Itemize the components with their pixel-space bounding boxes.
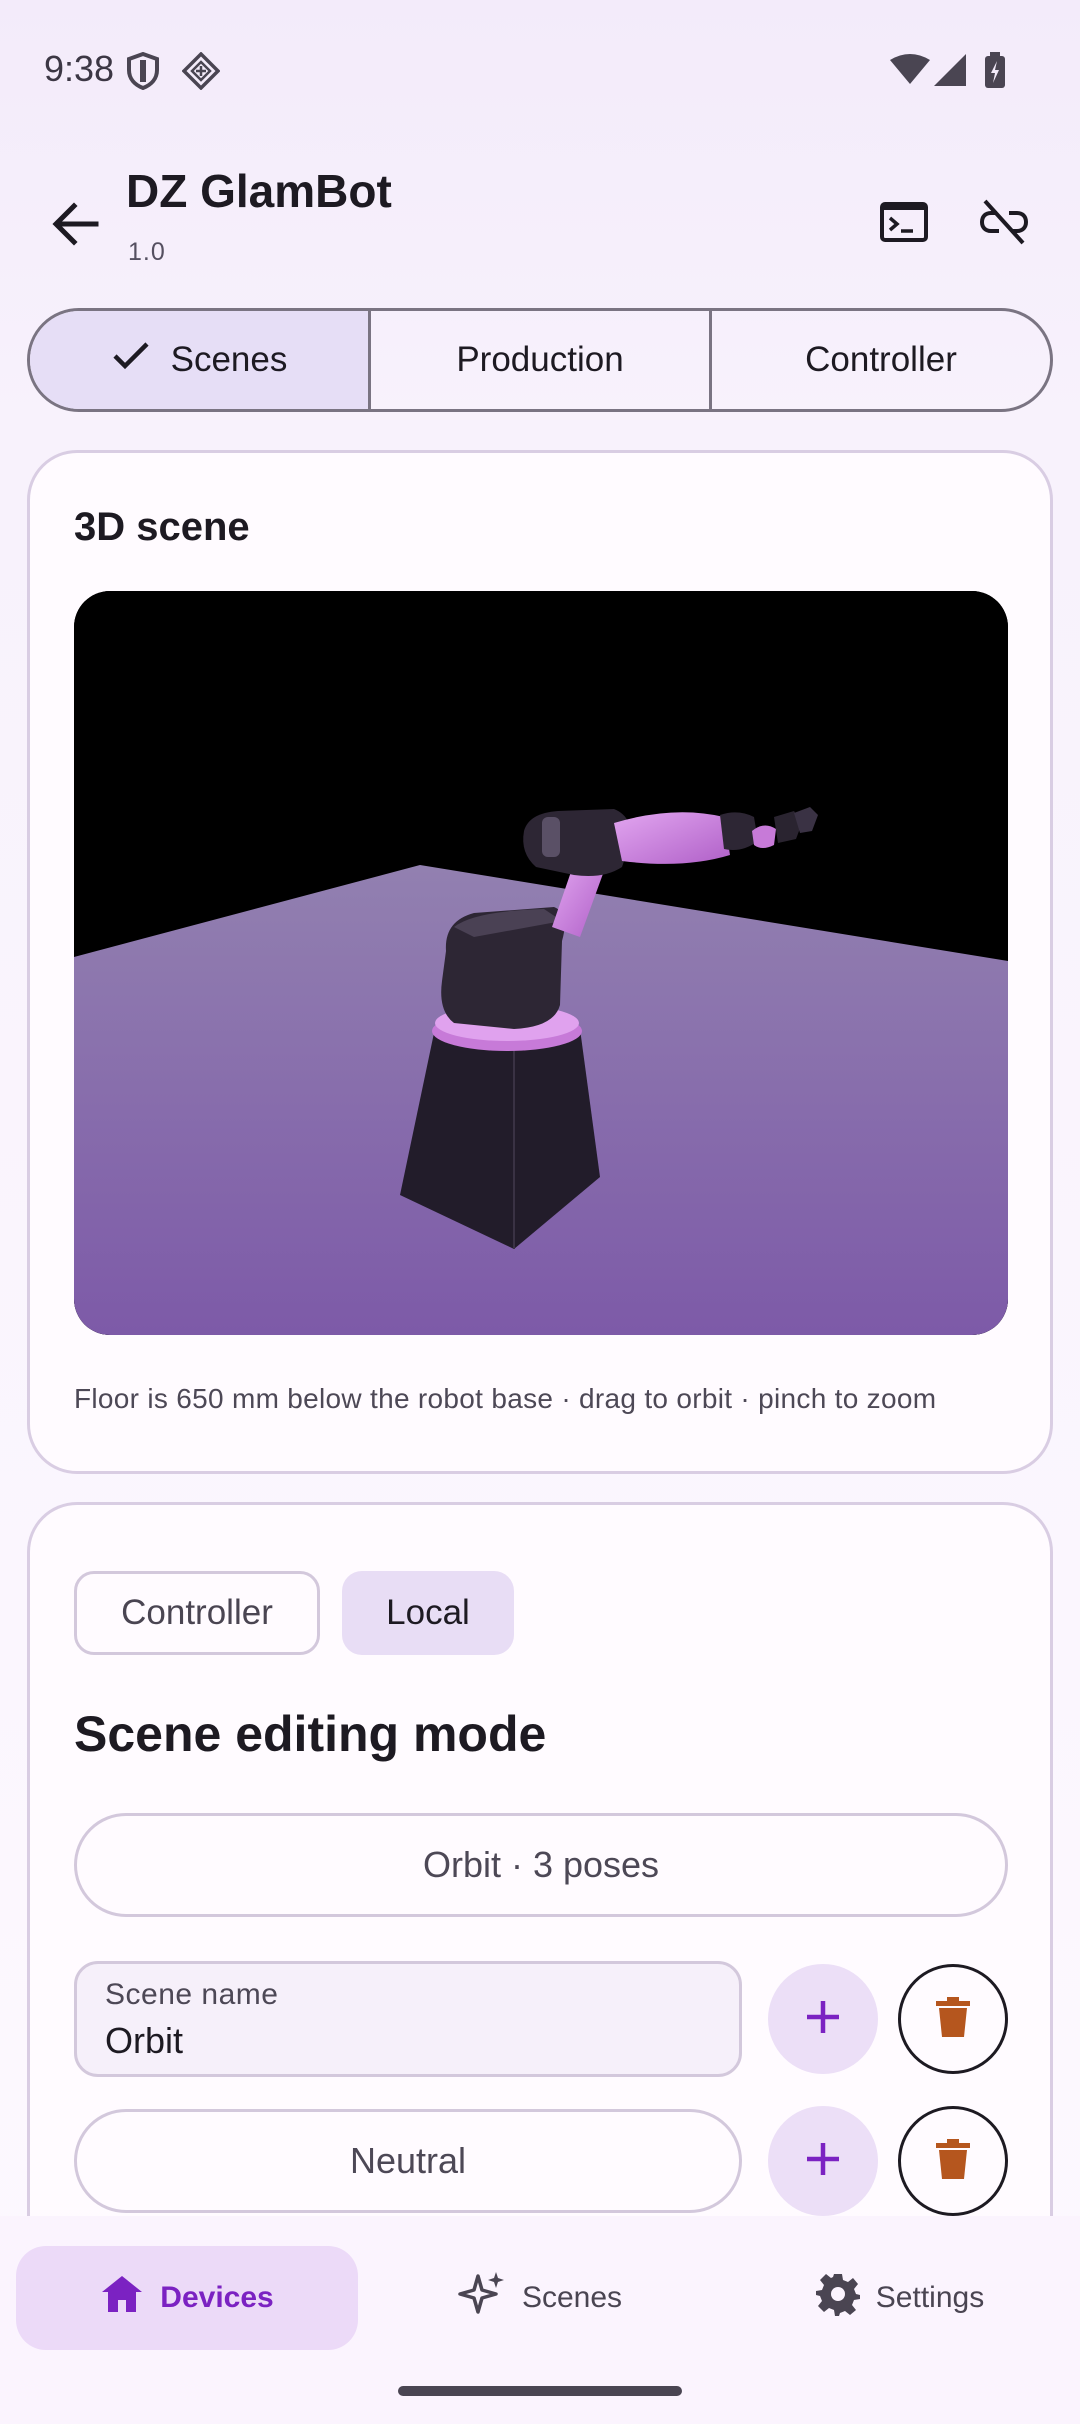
version-label: 1.0	[128, 238, 166, 266]
scene-card: 3D scene Floor is 650 mm below the robot…	[27, 450, 1053, 1474]
back-button[interactable]	[44, 192, 108, 256]
trash-icon	[936, 2138, 970, 2184]
plus-icon	[803, 1997, 843, 2042]
tab-scenes[interactable]: Scenes	[30, 311, 371, 409]
card-title: 3D scene	[74, 505, 250, 549]
tab-production[interactable]: Production	[371, 311, 712, 409]
battery-icon	[984, 52, 1006, 93]
field-label: Scene name	[105, 1978, 279, 2011]
check-icon	[111, 340, 151, 381]
section-tabs: Scenes Production Controller	[27, 308, 1053, 412]
scene-selector-button[interactable]: Orbit · 3 poses	[74, 1813, 1008, 1917]
delete-scene-button[interactable]	[898, 1964, 1008, 2074]
nav-scenes[interactable]: Scenes	[440, 2246, 640, 2350]
terminal-button[interactable]	[868, 188, 940, 260]
status-bar: 9:38	[0, 0, 1080, 140]
nav-devices[interactable]: Devices	[16, 2246, 358, 2350]
scene-name-field[interactable]: Scene name Orbit	[74, 1961, 742, 2077]
nav-settings[interactable]: Settings	[800, 2246, 1000, 2350]
signal-icon	[934, 54, 966, 91]
robot-scene-render	[74, 591, 1008, 1335]
nav-label: Scenes	[521, 2281, 623, 2314]
arrow-back-icon	[44, 202, 108, 260]
terminal-icon	[880, 201, 928, 247]
tab-label: Controller	[805, 340, 957, 379]
app-bar: DZ GlamBot 1.0	[0, 140, 1080, 300]
add-pose-button[interactable]	[768, 2106, 878, 2216]
tab-controller[interactable]: Controller	[712, 311, 1050, 409]
nav-label: Devices	[160, 2281, 274, 2314]
sparkle-icon	[458, 2270, 522, 2326]
pose-neutral-button[interactable]: Neutral	[74, 2109, 742, 2213]
wifi-icon	[890, 54, 930, 89]
shield-icon	[126, 51, 160, 95]
home-indicator	[398, 2386, 682, 2396]
scene-caption: Floor is 650 mm below the robot base · d…	[74, 1383, 937, 1414]
home-icon	[100, 2274, 160, 2322]
nav-label: Settings	[875, 2281, 985, 2314]
field-value: Orbit	[105, 2020, 184, 2061]
tab-label: Production	[456, 340, 624, 379]
chip-controller[interactable]: Controller	[74, 1571, 320, 1655]
gear-icon	[815, 2272, 876, 2324]
disconnect-button[interactable]	[968, 188, 1040, 260]
3d-viewport[interactable]	[74, 591, 1008, 1335]
status-time: 9:38	[44, 48, 115, 89]
diamond-grid-icon	[181, 51, 221, 95]
plus-icon	[803, 2139, 843, 2184]
bottom-navigation: Devices Scenes Settings	[0, 2216, 1080, 2424]
link-off-icon	[979, 197, 1029, 252]
delete-pose-button[interactable]	[898, 2106, 1008, 2216]
trash-icon	[936, 1996, 970, 2042]
chip-local[interactable]: Local	[342, 1571, 514, 1655]
add-scene-button[interactable]	[768, 1964, 878, 2074]
tab-label: Scenes	[170, 340, 288, 379]
page-title: DZ GlamBot	[126, 165, 392, 217]
scene-editing-card: Controller Local Scene editing mode Orbi…	[27, 1502, 1053, 2262]
section-title: Scene editing mode	[74, 1706, 547, 1762]
